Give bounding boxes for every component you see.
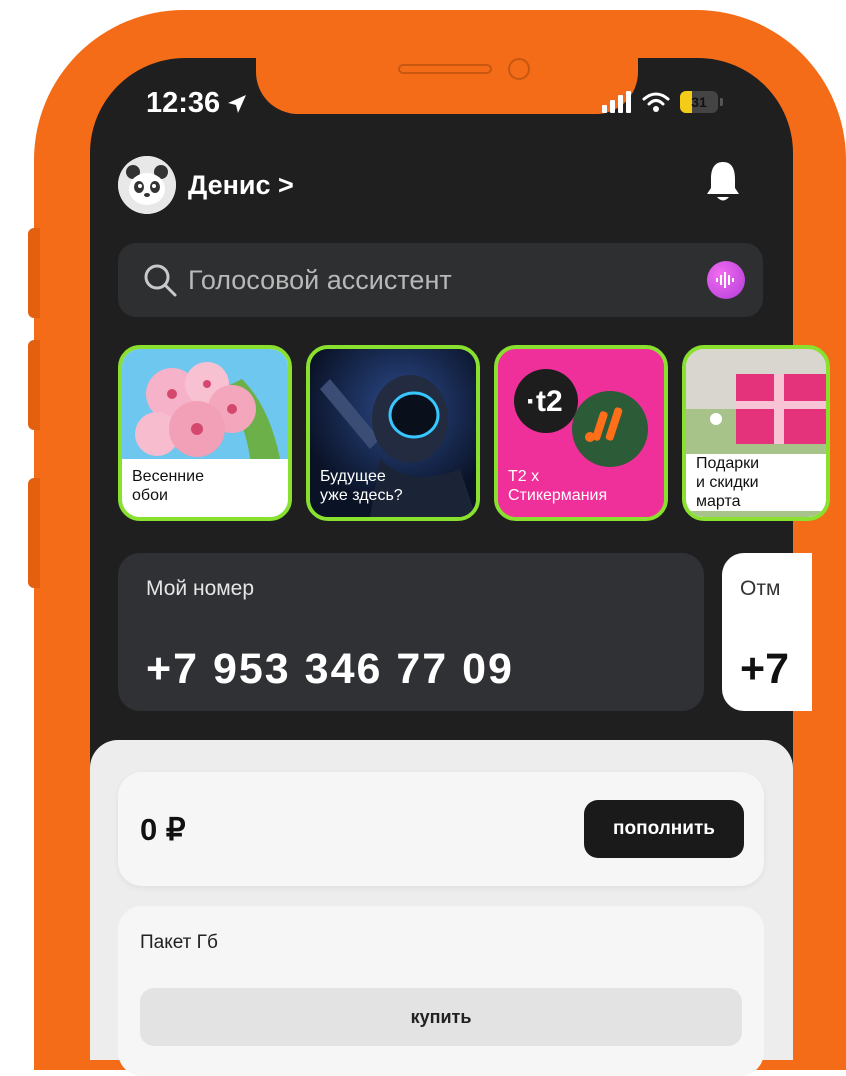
- bell-icon[interactable]: [705, 160, 741, 209]
- battery-icon: 31: [680, 91, 718, 113]
- wifi-icon: [642, 92, 670, 112]
- search-bar[interactable]: [118, 243, 763, 317]
- profile-header[interactable]: Денис >: [118, 156, 294, 214]
- package-title: Пакет Гб: [140, 932, 218, 953]
- story-card[interactable]: ·t2 T2 x Стикермания: [494, 345, 668, 521]
- battery-fill: [680, 91, 692, 113]
- story-label: T2 x Стикермания: [508, 468, 608, 504]
- search-icon: [144, 264, 177, 297]
- camera: [508, 58, 530, 80]
- side-button: [28, 228, 40, 318]
- story-card[interactable]: Весенние обои: [118, 345, 292, 521]
- my-number-value: +7 953 346 77 09: [146, 645, 514, 693]
- my-number-label: Мой номер: [146, 577, 255, 600]
- status-icons: 31: [602, 91, 723, 113]
- search-input[interactable]: [186, 263, 680, 297]
- story-label: Весенние обои: [132, 468, 204, 504]
- side-button: [28, 340, 40, 430]
- story-card[interactable]: Будущее уже здесь?: [306, 345, 480, 521]
- my-number-card[interactable]: Мой номер +7 953 346 77 09: [118, 553, 704, 711]
- other-number-label: Отм: [740, 577, 781, 600]
- other-number-value: +7: [740, 645, 790, 693]
- time-text: 12:36: [146, 87, 221, 119]
- balance-value: 0 ₽: [140, 812, 186, 847]
- buy-button[interactable]: купить: [140, 988, 742, 1046]
- package-card: Пакет Гб купить: [118, 906, 764, 1076]
- user-name[interactable]: Денис >: [188, 170, 294, 201]
- location-arrow-icon: [228, 94, 247, 113]
- other-number-card[interactable]: Отм +7: [722, 553, 812, 711]
- battery-level: 31: [691, 94, 707, 110]
- svg-text:·t2: ·t2: [526, 385, 563, 418]
- balance-card: 0 ₽ пополнить: [118, 772, 764, 886]
- story-label: Подарки и скидки марта: [686, 454, 826, 511]
- status-time: 12:36: [146, 87, 248, 120]
- topup-button[interactable]: пополнить: [584, 800, 744, 858]
- speaker: [398, 64, 492, 74]
- story-card[interactable]: Подарки и скидки марта: [682, 345, 830, 521]
- side-button: [28, 478, 40, 588]
- bottom-sheet: 0 ₽ пополнить Пакет Гб купить: [90, 740, 793, 1076]
- story-label: Будущее уже здесь?: [320, 468, 403, 504]
- signal-icon: [602, 91, 631, 113]
- voice-wave-icon[interactable]: [707, 261, 745, 299]
- panda-avatar-icon[interactable]: [118, 156, 176, 214]
- battery-tip: [720, 98, 723, 106]
